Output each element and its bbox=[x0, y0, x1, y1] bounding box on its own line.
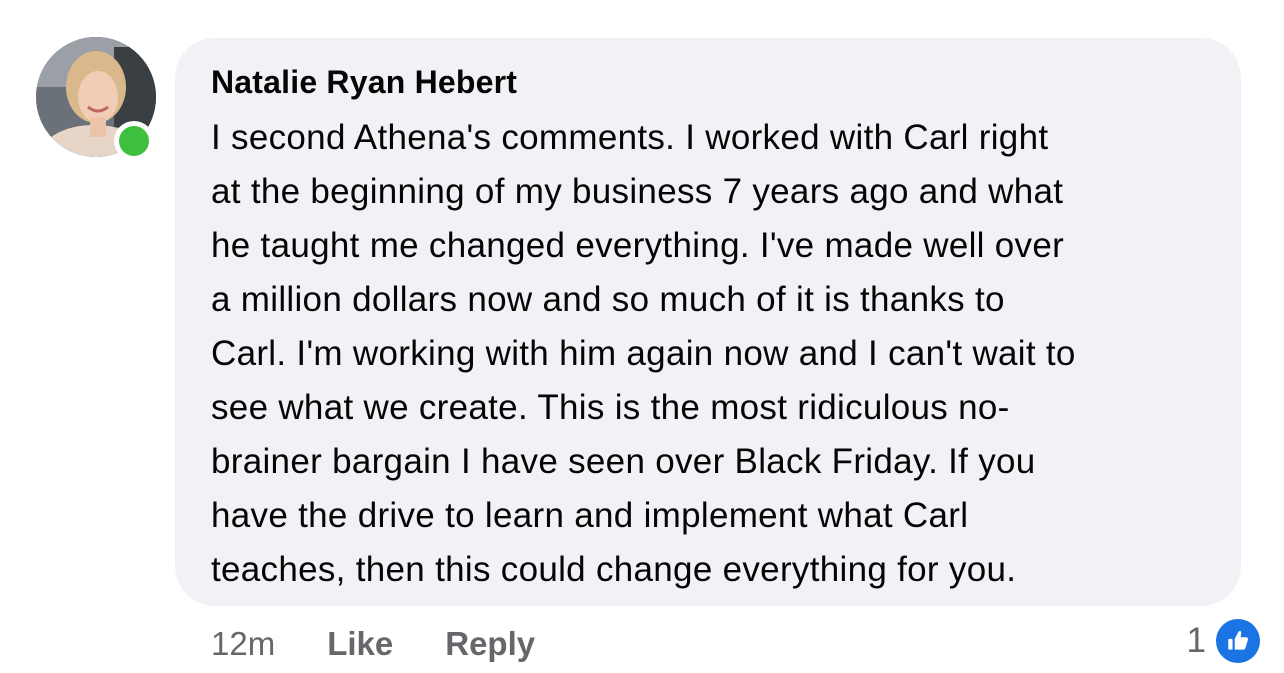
comment-text-line: I second Athena's comments. I worked wit… bbox=[211, 118, 1049, 157]
thumbs-up-icon bbox=[1228, 631, 1249, 650]
comment-text-line: at the beginning of my business 7 years … bbox=[211, 172, 1064, 211]
comment-timestamp[interactable]: 12m bbox=[211, 625, 275, 663]
comment-text-line: have the drive to learn and implement wh… bbox=[211, 496, 969, 535]
like-reaction-badge bbox=[1214, 617, 1262, 665]
comment-text-line: brainer bargain I have seen over Black F… bbox=[211, 442, 1036, 481]
comment-actions: 12m Like Reply bbox=[211, 622, 535, 666]
comment-author[interactable]: Natalie Ryan Hebert bbox=[211, 62, 1211, 102]
comment-text-line: Carl. I'm working with him again now and… bbox=[211, 334, 1076, 373]
reaction-summary[interactable]: 1 bbox=[1187, 616, 1262, 666]
comment-text-line: he taught me changed everything. I've ma… bbox=[211, 226, 1065, 265]
reaction-count: 1 bbox=[1186, 621, 1206, 660]
like-button[interactable]: Like bbox=[327, 625, 393, 663]
comment-bubble: Natalie Ryan Hebert I second Athena's co… bbox=[175, 38, 1241, 606]
comment-text-line: see what we create. This is the most rid… bbox=[211, 388, 1010, 427]
comment-text-line: a million dollars now and so much of it … bbox=[211, 280, 1005, 319]
comment: Natalie Ryan Hebert I second Athena's co… bbox=[0, 0, 1284, 673]
comment-text: I second Athena's comments. I worked wit… bbox=[211, 111, 1211, 597]
reply-button[interactable]: Reply bbox=[445, 625, 535, 663]
online-status-indicator bbox=[114, 121, 154, 161]
comment-text-line: teaches, then this could change everythi… bbox=[211, 550, 1017, 589]
